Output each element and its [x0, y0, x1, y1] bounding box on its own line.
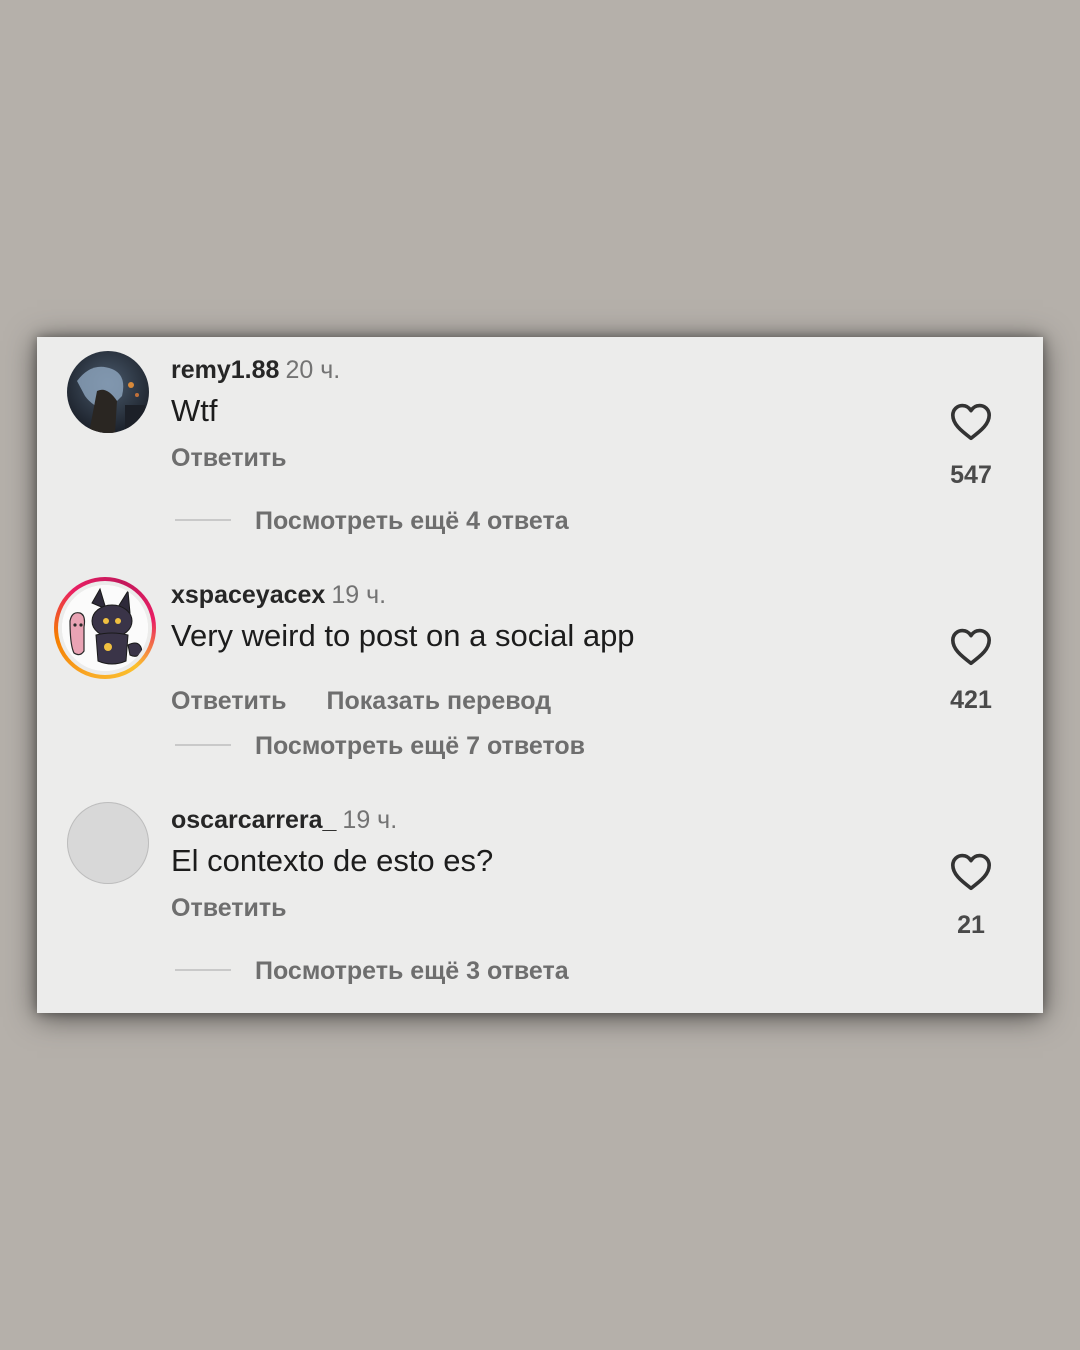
comment-header: xspaceyacex 19 ч.: [171, 580, 386, 610]
view-replies-button[interactable]: Посмотреть ещё 3 ответа: [175, 956, 569, 986]
avatar-story-ring[interactable]: [54, 577, 156, 679]
view-replies-button[interactable]: Посмотреть ещё 7 ответов: [175, 731, 585, 761]
comment-actions: Ответить Показать перевод: [171, 686, 551, 716]
like-count: 421: [950, 686, 992, 714]
like-count: 547: [950, 461, 992, 489]
comment-item: xspaceyacex 19 ч. Very weird to post on a…: [37, 562, 1043, 787]
comment-item: remy1.88 20 ч. Wtf Ответить 547 Посмотрет…: [37, 337, 1043, 562]
reply-button[interactable]: Ответить: [171, 686, 287, 716]
timestamp: 20 ч.: [285, 356, 341, 384]
like-count: 21: [957, 911, 985, 939]
heart-icon[interactable]: [949, 626, 993, 666]
avatar[interactable]: [67, 802, 149, 884]
comment-text: Wtf: [171, 393, 218, 428]
avatar[interactable]: [67, 351, 149, 433]
comment-actions: Ответить: [171, 443, 287, 473]
avatar: [62, 585, 148, 671]
comments-panel: remy1.88 20 ч. Wtf Ответить 547 Посмотрет…: [37, 337, 1043, 1013]
view-replies-label: Посмотреть ещё 3 ответа: [255, 957, 569, 985]
heart-icon[interactable]: [949, 851, 993, 891]
timestamp: 19 ч.: [342, 806, 398, 834]
heart-icon[interactable]: [949, 401, 993, 441]
divider: [175, 969, 231, 972]
view-replies-button[interactable]: Посмотреть ещё 4 ответа: [175, 506, 569, 536]
divider: [175, 744, 231, 747]
comment-text: El contexto de esto es?: [171, 843, 494, 878]
username[interactable]: remy1.88: [171, 356, 279, 384]
comment-header: remy1.88 20 ч.: [171, 355, 340, 385]
comment-header: oscarcarrera_ 19 ч.: [171, 805, 397, 835]
reply-button[interactable]: Ответить: [171, 443, 287, 473]
view-replies-label: Посмотреть ещё 7 ответов: [255, 732, 586, 760]
username[interactable]: xspaceyacex: [171, 581, 325, 609]
reply-button[interactable]: Ответить: [171, 893, 287, 923]
timestamp: 19 ч.: [331, 581, 387, 609]
show-translation-button[interactable]: Показать перевод: [327, 686, 552, 716]
divider: [175, 519, 231, 522]
view-replies-label: Посмотреть ещё 4 ответа: [255, 507, 569, 535]
comment-item: oscarcarrera_ 19 ч. El contexto de esto e…: [37, 787, 1043, 1012]
comment-actions: Ответить: [171, 893, 287, 923]
comment-text: Very weird to post on a social app: [171, 618, 635, 653]
username[interactable]: oscarcarrera_: [171, 806, 336, 834]
